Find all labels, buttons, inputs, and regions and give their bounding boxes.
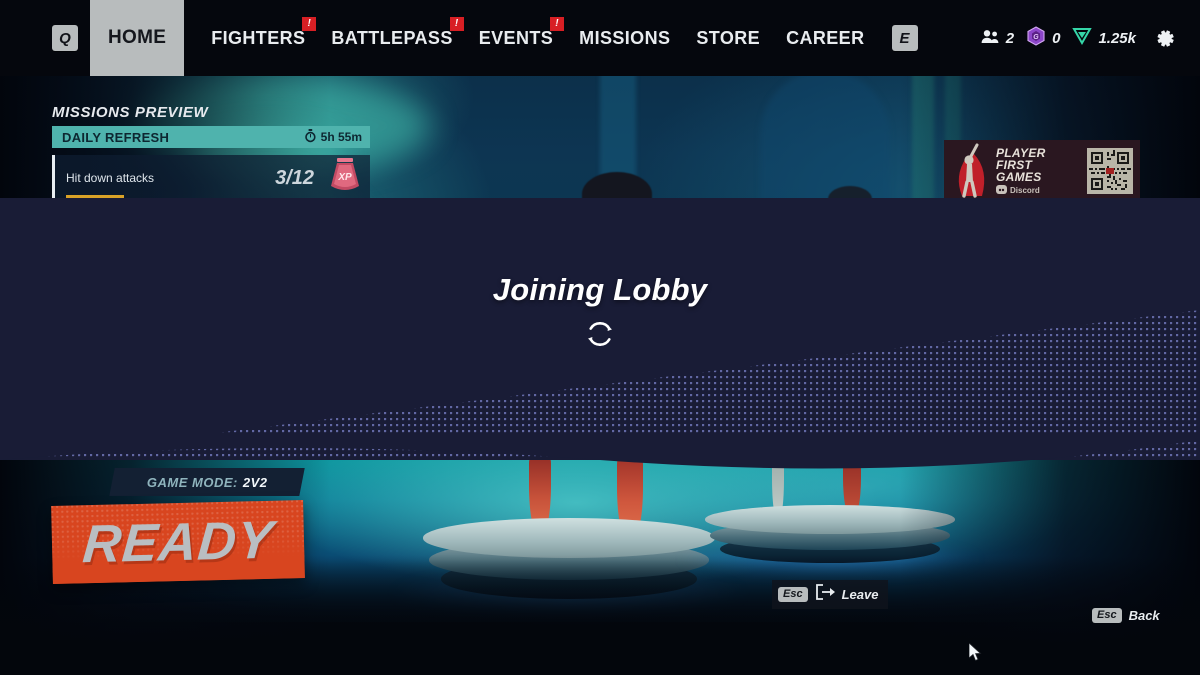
mission-row[interactable]: Hit down attacks 3/12 XP (52, 155, 370, 201)
back-hint-label: Back (1128, 608, 1160, 623)
loading-spinner-icon (586, 320, 614, 348)
tab-battlepass-label: BATTLEPASS (331, 27, 453, 48)
promo-line-3: GAMES (996, 169, 1042, 184)
promo-line-1: PLAYER (996, 145, 1046, 160)
qr-code-icon (1087, 148, 1133, 194)
overlay-wave-edge (0, 434, 1200, 469)
tab-missions[interactable]: MISSIONS (566, 28, 683, 49)
tab-events-badge: ! (550, 16, 565, 31)
friends-counter[interactable]: 2 (981, 29, 1014, 48)
svg-text:XP: XP (337, 172, 352, 183)
game-lobby-screen: Q HOME FIGHTERS ! BATTLEPASS ! EVENTS ! … (0, 0, 1200, 675)
back-hint[interactable]: Esc Back (1092, 608, 1160, 623)
joining-lobby-title: Joining Lobby (492, 272, 708, 307)
stopwatch-icon (304, 128, 317, 146)
promo-platform: Discord (996, 184, 1046, 196)
friends-icon (981, 29, 1000, 48)
gleamium-icon: G (1026, 26, 1046, 50)
daily-refresh-timer: 5h 55m (304, 128, 362, 146)
friends-count: 2 (1005, 29, 1015, 47)
fighter-currency-icon (1072, 27, 1093, 49)
nav-left-group: Q HOME FIGHTERS ! BATTLEPASS ! EVENTS ! … (0, 0, 918, 76)
next-tab-key[interactable]: E (891, 25, 918, 51)
ready-button[interactable]: READY (51, 500, 305, 584)
caped-hero-icon (944, 140, 996, 202)
joining-lobby-overlay: Joining Lobby (0, 198, 1200, 469)
nav-tab-list: FIGHTERS ! BATTLEPASS ! EVENTS ! MISSION… (198, 16, 877, 49)
fighter-currency-count: 1.25k (1098, 29, 1136, 47)
promo-platform-label: Discord (1010, 185, 1040, 195)
missions-preview-panel: MISSIONS PREVIEW DAILY REFRESH 5h 55m Hi… (52, 104, 370, 201)
gleamium-counter[interactable]: G 0 (1026, 26, 1060, 50)
tab-events-label: EVENTS (478, 27, 554, 48)
tab-store[interactable]: STORE (683, 28, 773, 49)
mission-progress-text: 3/12 (275, 166, 314, 189)
mouse-cursor (968, 642, 983, 668)
tab-fighters-label: FIGHTERS (211, 27, 306, 48)
daily-refresh-label: DAILY REFRESH (62, 129, 170, 145)
tab-fighters-badge: ! (302, 16, 317, 31)
ready-button-label: READY (80, 510, 276, 574)
daily-refresh-bar: DAILY REFRESH 5h 55m (52, 126, 370, 148)
hud-status-group: 2 G 0 1.25k (981, 26, 1200, 50)
fighter-currency-counter[interactable]: 1.25k (1072, 27, 1136, 49)
tab-events[interactable]: EVENTS ! (466, 16, 566, 49)
missions-preview-title: MISSIONS PREVIEW (52, 104, 209, 121)
promo-banner[interactable]: PLAYER FIRST GAMES Discord (944, 140, 1140, 202)
mission-name: Hit down attacks (66, 171, 155, 185)
discord-icon (996, 184, 1007, 196)
tab-fighters[interactable]: FIGHTERS ! (198, 16, 318, 49)
back-key-badge: Esc (1092, 608, 1122, 623)
tab-battlepass-badge: ! (449, 16, 464, 31)
exit-door-icon (815, 584, 835, 605)
gear-icon[interactable] (1154, 27, 1176, 49)
svg-text:G: G (1033, 34, 1039, 41)
leave-hint-label: Leave (841, 587, 879, 602)
gleamium-count: 0 (1052, 29, 1061, 47)
promo-line-2: FIRST (996, 157, 1033, 172)
leave-key-badge: Esc (778, 587, 808, 602)
tab-home[interactable]: HOME (90, 0, 185, 76)
promo-banner-text: PLAYER FIRST GAMES Discord (996, 147, 1046, 196)
tab-battlepass[interactable]: BATTLEPASS ! (318, 16, 465, 49)
main-navigation-bar: Q HOME FIGHTERS ! BATTLEPASS ! EVENTS ! … (0, 0, 1200, 76)
leave-hint[interactable]: Esc Leave (772, 580, 889, 609)
mission-row-accent (52, 155, 55, 201)
xp-reward-icon: XP (324, 156, 366, 200)
prev-tab-key[interactable]: Q (52, 25, 78, 51)
tab-career[interactable]: CAREER (773, 28, 877, 49)
daily-refresh-time-text: 5h 55m (320, 130, 362, 144)
